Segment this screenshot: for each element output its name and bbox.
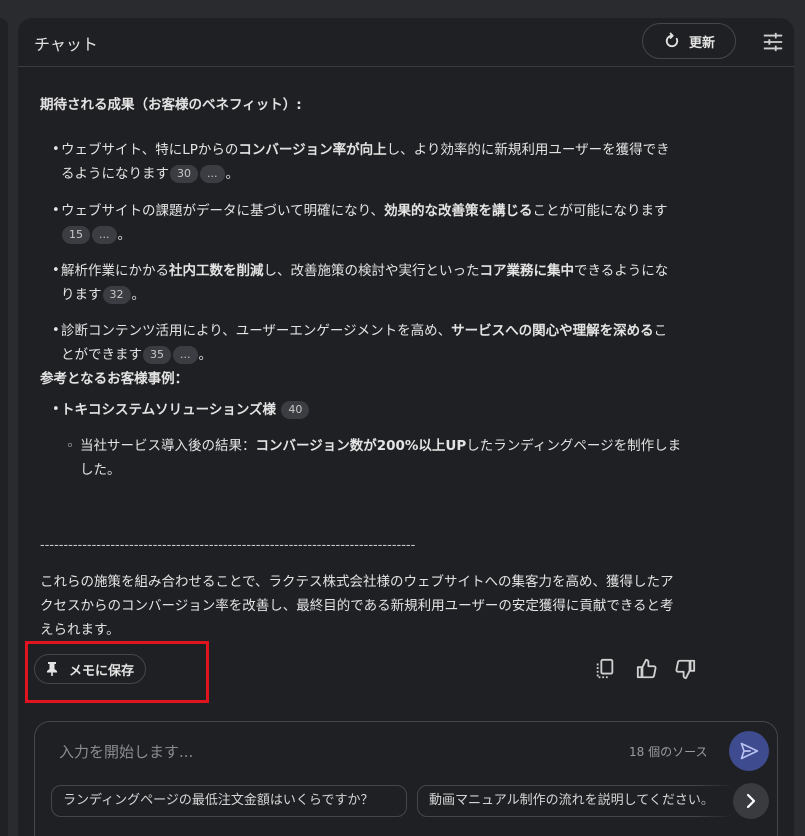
bullet-dot: •	[52, 263, 60, 278]
chat-input-box: 入力を開始します... 18 個のソース ランディングページの最低注文金額はいく…	[34, 721, 778, 836]
thumbs-down-icon[interactable]	[674, 658, 696, 680]
bold-text: サービスへの関心や理解を深める	[451, 323, 654, 339]
text-line: した。	[80, 458, 681, 482]
text-segment: ウェブサイト、特にLPからの	[61, 142, 239, 158]
citation-pill[interactable]: 30	[170, 165, 198, 183]
text-line: 診断コンテンツ活用により、ユーザーエンゲージメントを高め、サービスへの関心や理解…	[61, 319, 667, 343]
save-to-memo-label: メモに保存	[69, 663, 135, 679]
case-heading: 参考となるお客様事例：	[40, 371, 189, 387]
text-segment: 当社サービス導入後の結果：	[80, 438, 256, 454]
conclusion-line: えられます。	[40, 622, 120, 638]
chat-title: チャット	[34, 35, 98, 54]
text-segment: 解析作業にかかる	[61, 263, 169, 279]
citation-pill[interactable]: ...	[200, 165, 225, 183]
suggestion-fade	[695, 785, 735, 817]
thumbs-up-icon[interactable]	[636, 658, 658, 680]
save-to-memo-button[interactable]: メモに保存	[34, 654, 146, 684]
bullet-dot: •	[52, 203, 60, 218]
sub-bullet-dot: ◦	[66, 438, 74, 454]
divider-line: ----------------------------------------…	[40, 538, 416, 553]
text-segment: とができます	[61, 347, 142, 363]
text-line: ります 32。	[61, 283, 668, 307]
bold-text: コンバージョン率が向上	[238, 142, 387, 158]
pin-icon	[47, 662, 57, 676]
text-segment: できるようにな	[574, 263, 669, 279]
refresh-icon	[665, 32, 679, 48]
conclusion-line: クセスからのコンバージョン率を改善し、最終目的である新規利用ユーザーの安定獲得に…	[40, 598, 674, 614]
citation-pill[interactable]: ...	[92, 226, 117, 244]
sources-count: 18 個のソース	[629, 745, 708, 759]
chat-input[interactable]: 入力を開始します...	[59, 741, 193, 762]
text-segment: したランディングページを制作しま	[466, 438, 682, 454]
bold-text: コンバージョン数が200%以上UP	[255, 438, 467, 454]
suggestion-chip-1[interactable]: ランディングページの最低注文金額はいくらですか？	[51, 785, 407, 817]
text-segment: 。	[131, 287, 146, 303]
bullet-dot: •	[52, 142, 60, 157]
bold-text: 社内工数を削減	[169, 263, 264, 279]
chevron-right-icon	[746, 793, 756, 809]
conclusion-paragraph: これらの施策を組み合わせることで、ラクテス株式会社様のウェブサイトへの集客力を高…	[40, 570, 674, 642]
text-segment: ウェブサイトの課題がデータに基づいて明確になり、	[61, 203, 385, 219]
next-suggestions-button[interactable]	[733, 783, 769, 819]
bold-text: コア業務に集中	[479, 263, 575, 279]
tune-settings-icon[interactable]	[762, 31, 784, 53]
citation-pill[interactable]: 32	[102, 286, 131, 304]
text-segment: 。	[225, 166, 240, 182]
suggestion-chip-2[interactable]: 動画マニュアル制作の流れを説明してください。	[417, 785, 735, 817]
copy-icon[interactable]	[594, 658, 616, 680]
chat-panel: チャット 更新 期待される成果（お客様のベネフィット）: • ウェブサイト、特にL…	[18, 18, 794, 836]
citation-pill[interactable]: 35	[143, 346, 171, 364]
text-line: ウェブサイト、特にLPからのコンバージョン率が向上し、より効率的に新規利用ユーザ…	[61, 138, 670, 162]
text-segment: し、より効率的に新規利用ユーザーを獲得でき	[386, 142, 670, 158]
refresh-button[interactable]: 更新	[642, 23, 736, 59]
citation-pill[interactable]: 15	[62, 226, 90, 244]
text-line: 15...。	[61, 223, 668, 247]
text-segment: こ	[653, 323, 668, 339]
text-segment: 。	[198, 347, 213, 363]
left-panel-edge	[0, 18, 8, 836]
send-button[interactable]	[729, 731, 769, 771]
citation-pill[interactable]: ...	[173, 346, 198, 364]
citation-pill[interactable]: 40	[281, 401, 310, 419]
text-segment: るようになります	[61, 166, 169, 182]
text-line: とができます 35...。	[61, 343, 667, 367]
text-segment: 診断コンテンツ活用により、ユーザーエンゲージメントを高め、	[61, 323, 452, 339]
bold-text: 効果的な改善策を講じる	[384, 203, 533, 219]
refresh-label: 更新	[688, 35, 715, 51]
text-line: るようになります 30...。	[61, 162, 670, 186]
text-segment: し、改善施策の検討や実行といった	[263, 263, 480, 279]
send-icon	[740, 742, 759, 760]
benefits-heading: 期待される成果（お客様のベネフィット）:	[40, 97, 302, 113]
text-segment: ります	[61, 287, 102, 303]
case-result-item: ◦ 当社サービス導入後の結果：コンバージョン数が200%以上UPしたランディングペ…	[66, 434, 681, 482]
text-line: 当社サービス導入後の結果：コンバージョン数が200%以上UPしたランディングペー…	[80, 434, 681, 458]
text-line: ウェブサイトの課題がデータに基づいて明確になり、効果的な改善策を講じることが可能…	[61, 199, 668, 223]
text-segment: 。	[117, 227, 132, 243]
bullet-dot: •	[52, 323, 60, 338]
text-line: 解析作業にかかる社内工数を削減し、改善施策の検討や実行といったコア業務に集中でき…	[61, 259, 668, 283]
text-segment: ことが可能になります	[532, 203, 668, 219]
case-company-name: トキコシステムソリューションズ様	[61, 402, 277, 418]
text-segment: した。	[80, 462, 121, 478]
chat-header: チャット 更新	[18, 18, 794, 67]
conclusion-line: これらの施策を組み合わせることで、ラクテス株式会社様のウェブサイトへの集客力を高…	[40, 574, 674, 590]
